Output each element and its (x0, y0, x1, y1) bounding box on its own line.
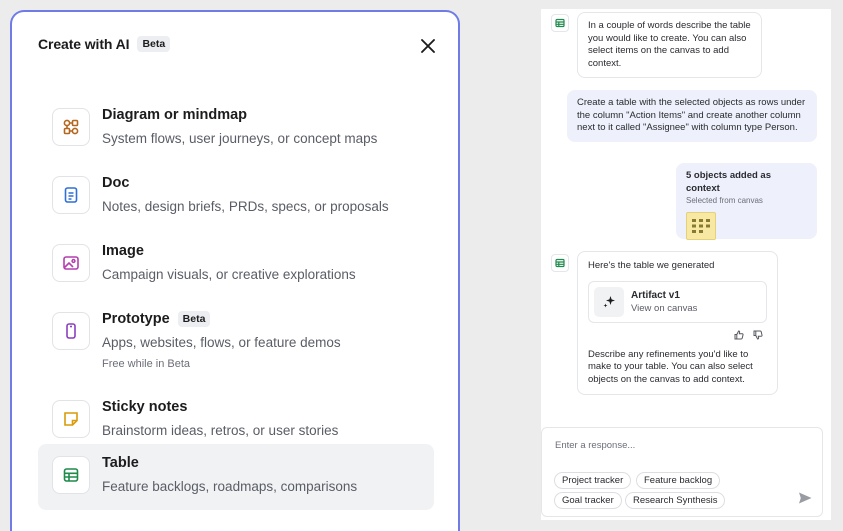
assistant-message-intro: Here's the table we generated (588, 260, 715, 271)
artifact-title: Artifact v1 (631, 289, 680, 301)
option-title: Sticky notes (102, 399, 188, 415)
option-prototype[interactable]: Prototype Beta Apps, websites, flows, or… (38, 300, 434, 376)
option-note: Free while in Beta (102, 358, 191, 370)
option-title: Prototype Beta (102, 311, 211, 327)
panel-title: Create with AI (38, 36, 130, 52)
mobile-device-icon (52, 312, 90, 350)
option-title: Table (102, 455, 139, 471)
send-icon[interactable] (797, 490, 813, 506)
option-table[interactable]: Table Feature backlogs, roadmaps, compar… (38, 444, 434, 510)
context-title: 5 objects added as context (686, 170, 772, 194)
artifact-card[interactable]: Artifact v1 View on canvas (588, 280, 767, 323)
option-description: Feature backlogs, roadmaps, comparisons (102, 479, 358, 494)
option-title: Diagram or mindmap (102, 107, 248, 123)
suggestion-chip-feature-backlog[interactable]: Feature backlog (636, 472, 721, 489)
beta-badge: Beta (137, 36, 171, 52)
option-description: Apps, websites, flows, or feature demos (102, 335, 341, 350)
suggestion-chip-project-tracker[interactable]: Project tracker (554, 472, 632, 489)
sticky-thumbnail (686, 211, 716, 240)
diagram-icon (52, 108, 90, 146)
thumbs-down-icon[interactable] (753, 330, 763, 340)
option-title: Image (102, 243, 144, 259)
sticky-note-icon (52, 400, 90, 438)
user-message: Create a table with the selected objects… (567, 90, 817, 142)
assistant-message: In a couple of words describe the table … (577, 12, 762, 79)
response-input[interactable] (555, 440, 805, 451)
table-icon (551, 254, 569, 272)
context-card: 5 objects added as context Selected from… (676, 163, 817, 240)
doc-icon (52, 176, 90, 214)
assistant-message-outro: Describe any refinements you'd like to m… (588, 348, 753, 385)
option-image[interactable]: Image Campaign visuals, or creative expl… (38, 232, 434, 298)
option-description: Notes, design briefs, PRDs, specs, or pr… (102, 199, 389, 214)
assistant-message: Here's the table we generated Artifact v… (577, 251, 778, 396)
option-title: Doc (102, 175, 130, 191)
option-description: Campaign visuals, or creative exploratio… (102, 267, 356, 282)
option-doc[interactable]: Doc Notes, design briefs, PRDs, specs, o… (38, 164, 434, 230)
panel-header: Create with AI Beta (38, 36, 171, 52)
table-icon (52, 456, 90, 494)
option-description: System flows, user journeys, or concept … (102, 131, 378, 146)
thumbs-up-icon[interactable] (734, 330, 744, 340)
feedback-row (588, 330, 767, 340)
close-button[interactable] (416, 34, 440, 58)
sparkle-icon (594, 286, 624, 317)
option-description: Brainstorm ideas, retros, or user storie… (102, 423, 339, 438)
view-on-canvas-link[interactable]: View on canvas (631, 303, 697, 316)
create-with-ai-panel: Create with AI Beta Diagram or mindmap S… (10, 10, 460, 531)
option-diagram-or-mindmap[interactable]: Diagram or mindmap System flows, user jo… (38, 96, 434, 162)
suggestion-chip-research-synthesis[interactable]: Research Synthesis (625, 492, 726, 509)
beta-badge: Beta (177, 311, 211, 327)
close-icon (421, 39, 435, 53)
sticky-grid-icon (692, 218, 710, 233)
context-subtitle: Selected from canvas (686, 196, 763, 206)
image-icon (52, 244, 90, 282)
response-composer: Project tracker Feature backlog Goal tra… (541, 427, 823, 517)
table-icon (551, 14, 569, 32)
suggestion-chip-goal-tracker[interactable]: Goal tracker (554, 492, 622, 509)
chat-panel: In a couple of words describe the table … (541, 9, 831, 520)
